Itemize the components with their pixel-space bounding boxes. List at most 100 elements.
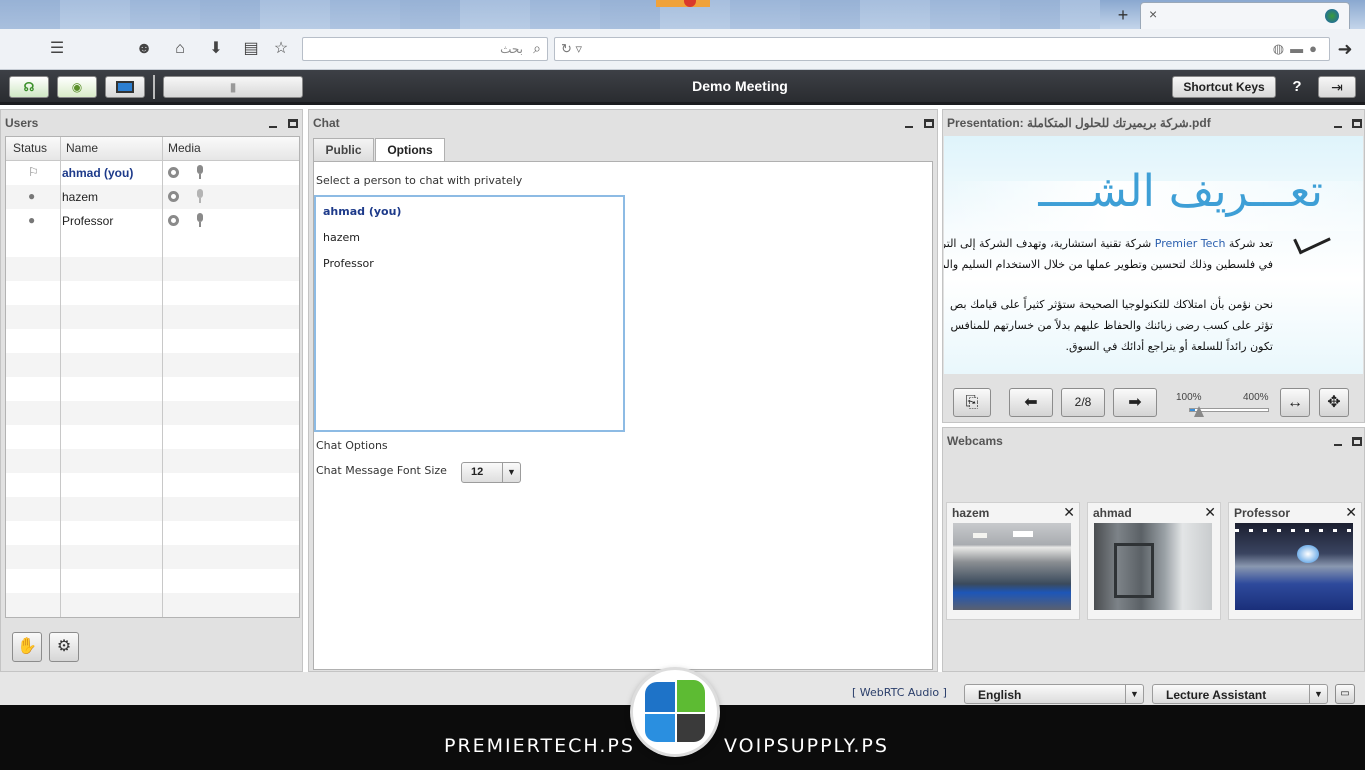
tab-public[interactable]: Public	[313, 138, 374, 162]
webcam-icon[interactable]	[168, 167, 179, 178]
webcam-icon[interactable]	[168, 191, 179, 202]
slide-text-line: في فلسطين وذلك لتحسين وتطوير عملها من خل…	[944, 258, 1273, 271]
browser-search-input[interactable]: بحث ⌕	[302, 37, 548, 61]
menu-icon[interactable]: ☰	[46, 39, 68, 59]
home-icon[interactable]: ⌂	[169, 39, 191, 59]
shortcut-keys-button[interactable]: Shortcut Keys	[1172, 76, 1276, 98]
user-icon: ●	[28, 213, 36, 227]
language-value: English	[978, 688, 1022, 702]
minimize-icon[interactable]	[1334, 126, 1342, 128]
page-indicator-button[interactable]: 2/8	[1061, 388, 1105, 417]
fit-page-button[interactable]: ✥	[1319, 388, 1349, 417]
active-browser-tab[interactable]: ×	[1140, 2, 1350, 29]
user-row[interactable]: ● hazem	[6, 185, 299, 209]
presenter-icon: ⚐	[28, 165, 39, 179]
maximize-icon[interactable]	[924, 119, 934, 128]
pinned-tab-logo[interactable]	[656, 0, 710, 7]
slide-heading: تعـــريف الشــــ	[1038, 166, 1323, 217]
minimize-icon[interactable]	[1334, 444, 1342, 446]
raise-hand-button[interactable]: ✋	[12, 632, 42, 662]
help-button[interactable]: ?	[1286, 77, 1308, 99]
tab-options[interactable]: Options	[375, 138, 445, 163]
footer-right-text: VOIPSUPPLY.PS	[724, 735, 889, 757]
column-header-media[interactable]: Media	[168, 141, 201, 155]
empty-row	[6, 545, 299, 569]
upload-document-button[interactable]: ⎘	[953, 388, 991, 417]
tab-strip-background	[0, 0, 1100, 29]
fit-width-button[interactable]: ↔	[1280, 388, 1310, 417]
desktop-share-button[interactable]	[105, 76, 145, 98]
private-chat-prompt: Select a person to chat with privately	[316, 174, 523, 187]
zoom-min-label: 100%	[1176, 392, 1202, 403]
reading-list-icon[interactable]: ▤	[240, 39, 262, 59]
webrtc-audio-label[interactable]: [ WebRTC Audio ]	[852, 686, 947, 699]
list-item[interactable]: Professor	[323, 257, 374, 270]
list-item[interactable]: hazem	[323, 231, 360, 244]
webcam-user-name: ahmad	[1093, 506, 1132, 520]
microphone-muted-icon[interactable]	[196, 189, 204, 204]
logout-icon: ⇥	[1331, 79, 1343, 95]
logout-button[interactable]: ⇥	[1318, 76, 1356, 98]
webcam-share-button[interactable]: ◉	[57, 76, 97, 98]
user-row[interactable]: ● Professor	[6, 209, 299, 233]
list-item[interactable]: ahmad (you)	[323, 205, 401, 218]
webcam-window[interactable]: ahmad ✕	[1087, 502, 1221, 620]
close-tab-icon[interactable]: ×	[1149, 6, 1157, 22]
users-grid: Status Name Media ⚐ ahmad (you) ● hazem …	[5, 136, 300, 618]
microphone-icon[interactable]	[196, 165, 204, 180]
chat-toggle-button[interactable]: ▭	[1335, 684, 1355, 704]
private-chat-people-list[interactable]: ahmad (you) hazem Professor	[314, 195, 625, 432]
webcam-window[interactable]: Professor ✕	[1228, 502, 1362, 620]
ceiling-light-shape	[1013, 531, 1033, 537]
toolbar-divider	[153, 75, 155, 99]
empty-row	[6, 593, 299, 617]
arrow-right-icon: ➡	[1128, 394, 1142, 411]
download-icon[interactable]: ⬇	[205, 39, 227, 59]
column-header-name[interactable]: Name	[66, 141, 98, 155]
previous-slide-button[interactable]: ⬅	[1009, 388, 1053, 417]
users-grid-header: Status Name Media	[6, 137, 299, 161]
maximize-icon[interactable]	[1352, 437, 1362, 446]
audio-headset-button[interactable]: ☊	[9, 76, 49, 98]
close-icon[interactable]: ✕	[1063, 504, 1075, 521]
webcam-icon: ◉	[71, 80, 83, 94]
bookmark-star-icon[interactable]: ☆	[270, 39, 292, 59]
user-icon: ●	[28, 189, 36, 203]
zoom-slider-thumb[interactable]	[1194, 406, 1204, 417]
webcam-icon[interactable]	[168, 215, 179, 226]
mic-button[interactable]: ▮	[163, 76, 303, 98]
browser-nav-bar: ☰ ☻ ⌂ ⬇ ▤ ☆ بحث ⌕ ↻ ▿ ◍▬● ➜	[0, 29, 1365, 70]
minimize-icon[interactable]	[269, 126, 277, 128]
url-bar-addon-icons[interactable]: ◍▬●	[1273, 41, 1323, 57]
column-header-status[interactable]: Status	[13, 141, 47, 155]
maximize-icon[interactable]	[1352, 119, 1362, 128]
webcam-window[interactable]: hazem ✕	[946, 502, 1080, 620]
next-slide-button[interactable]: ➡	[1113, 388, 1157, 417]
minimize-icon[interactable]	[905, 126, 913, 128]
settings-button[interactable]: ⚙	[49, 632, 79, 662]
language-select[interactable]: English ▼	[964, 684, 1144, 704]
microphone-icon[interactable]	[196, 213, 204, 228]
user-row[interactable]: ⚐ ahmad (you)	[6, 161, 299, 185]
go-arrow-icon[interactable]: ➜	[1334, 38, 1356, 60]
slide-text: تعد شركة	[1225, 237, 1273, 250]
close-icon[interactable]: ✕	[1345, 504, 1357, 521]
url-bar[interactable]: ↻ ▿ ◍▬●	[554, 37, 1330, 61]
ceiling-light-shape	[973, 533, 987, 538]
chat-panel-title: Chat	[313, 116, 340, 130]
reload-icon[interactable]: ↻ ▿	[561, 41, 582, 57]
chevron-down-icon: ▼	[502, 463, 520, 482]
chat-smiley-icon[interactable]: ☻	[133, 39, 155, 59]
webcam-video	[953, 523, 1071, 610]
font-size-select[interactable]: 12 ▼	[461, 462, 521, 483]
column-divider	[60, 137, 61, 617]
presentation-slide[interactable]: تعـــريف الشــــ تعد شركة Premier Tech ش…	[944, 136, 1363, 374]
new-tab-button[interactable]: +	[1112, 5, 1134, 25]
font-size-label: Chat Message Font Size	[316, 464, 447, 477]
arrow-left-icon: ⬅	[1024, 394, 1038, 411]
webcams-panel: Webcams hazem ✕ ahmad ✕ Professor ✕	[942, 427, 1365, 672]
close-icon[interactable]: ✕	[1204, 504, 1216, 521]
monitor-icon	[116, 81, 134, 93]
maximize-icon[interactable]	[288, 119, 298, 128]
layout-select[interactable]: Lecture Assistant ▼	[1152, 684, 1328, 704]
